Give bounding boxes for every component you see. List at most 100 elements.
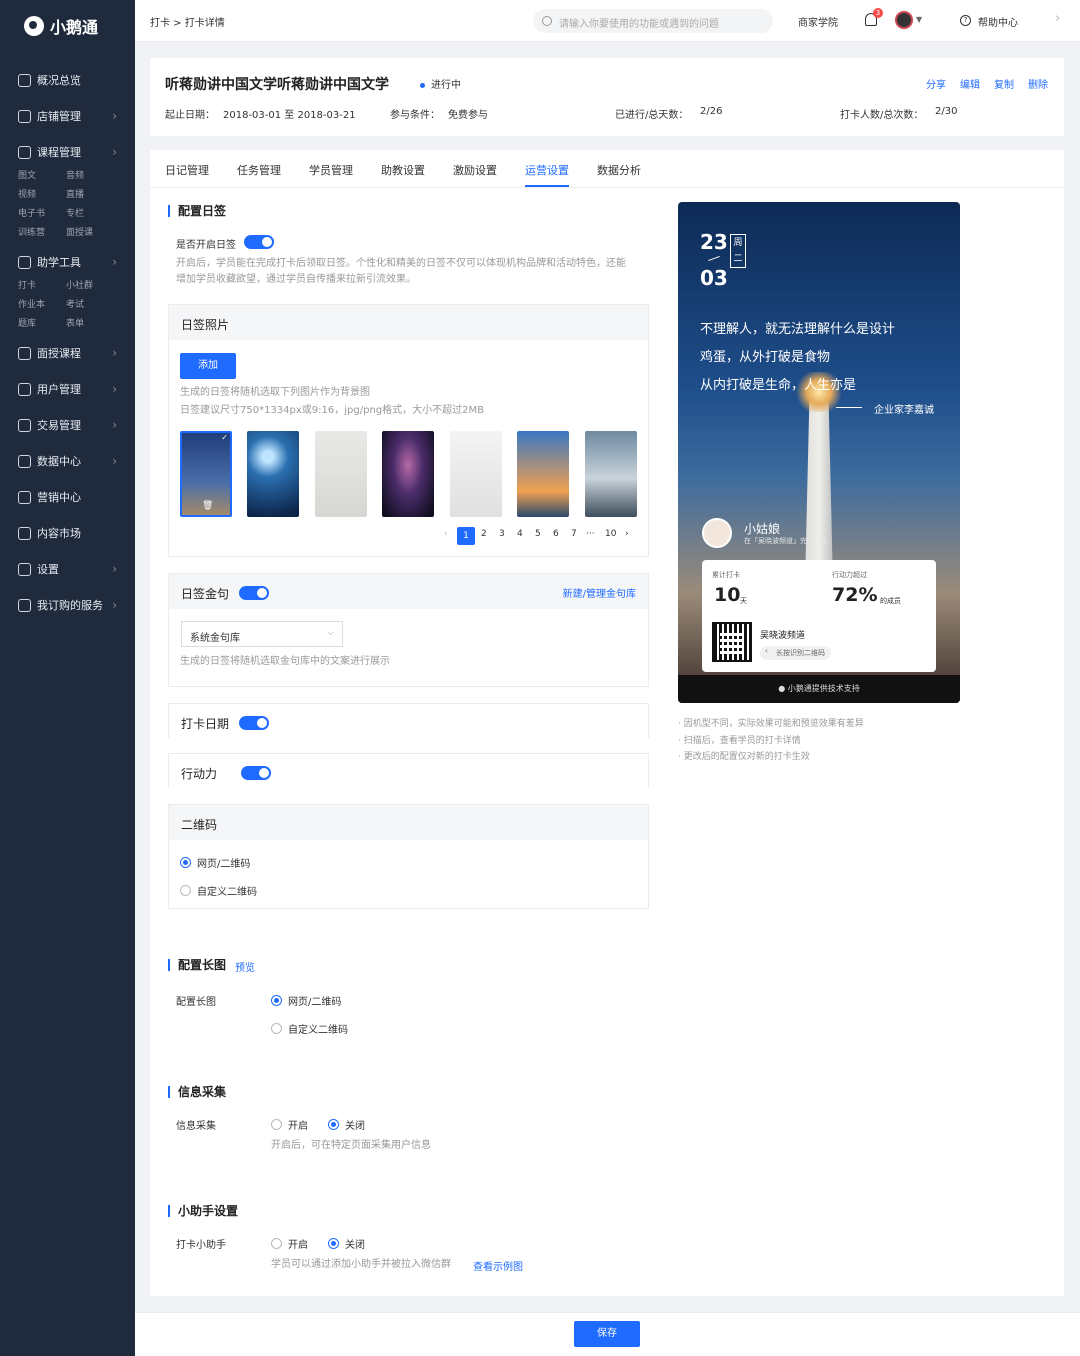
photo-thumbnail[interactable]: ✓ 🗑 [180,431,232,517]
quote-line: 从内打破是生命，人生亦是 [700,378,857,393]
page-ellipsis[interactable]: ··· [586,529,595,539]
info-collect-option-off[interactable]: 关闭 [328,1117,365,1132]
check-icon: ✓ [221,433,228,442]
copy-button[interactable]: 复制 [994,76,1014,91]
sidebar-item-settings[interactable]: 设置 › [0,551,135,587]
page-button-active[interactable]: 1 [457,527,475,545]
photo-thumbnail[interactable] [315,431,367,517]
app-logo[interactable]: 小鹅通 [0,0,135,52]
delete-button[interactable]: 删除 [1028,76,1048,91]
quote-toggle[interactable] [238,586,269,600]
page-button[interactable]: 4 [517,529,523,539]
sidebar-item-marketing[interactable]: 营销中心 [0,479,135,515]
page-button[interactable]: 10 [605,529,616,539]
prev-page-icon[interactable]: ‹ [444,529,448,539]
photo-thumbnail[interactable] [247,431,299,517]
long-image-option-web[interactable]: 网页/二维码 [271,993,341,1008]
submenu-item[interactable]: 训练营 [18,225,66,238]
date-toggle[interactable] [238,716,269,730]
sidebar-item-services[interactable]: 我订购的服务 › [0,587,135,623]
page-button[interactable]: 2 [481,529,487,539]
search-input[interactable]: 请输入你要使用的功能或遇到的问题 [533,9,773,33]
info-collect-option-on[interactable]: 开启 [271,1117,308,1132]
submenu-item[interactable]: 直播 [66,187,114,200]
manage-quotes-link[interactable]: 新建/管理金句库 [563,585,636,600]
tools-submenu: 打卡 小社群 作业本 考试 题库 表单 [0,278,135,329]
long-image-option-custom[interactable]: 自定义二维码 [271,1021,348,1036]
tab-incentives[interactable]: 激励设置 [453,162,497,178]
action-toggle[interactable] [240,766,271,780]
tab-analytics[interactable]: 数据分析 [597,162,641,178]
avatar[interactable] [895,11,913,29]
page-button[interactable]: 3 [499,529,505,539]
chevron-right-icon[interactable]: › [1055,11,1060,26]
footer-bar: 保存 [135,1312,1080,1356]
assistant-option-on[interactable]: 开启 [271,1236,308,1251]
submenu-item[interactable]: 面授课 [66,225,114,238]
photo-thumbnail[interactable] [585,431,637,517]
tab-operations[interactable]: 运营设置 [525,162,569,187]
qr-option-custom[interactable]: 自定义二维码 [180,883,257,898]
edit-button[interactable]: 编辑 [960,76,980,91]
submenu-item[interactable]: 表单 [66,316,114,329]
sidebar-item-content-market[interactable]: 内容市场 [0,515,135,551]
sidebar-item-users[interactable]: 用户管理 › [0,371,135,407]
page-button[interactable]: 6 [553,529,559,539]
author-divider [836,407,862,408]
store-icon [18,109,31,123]
sidebar-item-data[interactable]: 数据中心 › [0,443,135,479]
page-button[interactable]: 5 [535,529,541,539]
header-actions: 分享 编辑 复制 删除 [926,76,1048,91]
notification-badge: 3 [873,8,883,18]
caret-down-icon[interactable]: ▼ [916,15,922,24]
add-photo-button[interactable]: 添加 [180,353,236,379]
submenu-item[interactable]: 题库 [18,316,66,329]
sidebar-item-trade[interactable]: 交易管理 › [0,407,135,443]
enable-daily-sign-toggle[interactable] [244,235,274,249]
save-button[interactable]: 保存 [574,1321,640,1347]
submenu-item[interactable]: 考试 [66,297,114,310]
next-page-icon[interactable]: › [625,529,629,539]
submenu-item[interactable]: 电子书 [18,206,66,219]
tab-students[interactable]: 学员管理 [309,162,353,178]
page-button[interactable]: 7 [571,529,577,539]
chevron-right-icon: › [112,454,117,468]
sidebar-item-offline-courses[interactable]: 面授课程 › [0,335,135,371]
sidebar-item-store[interactable]: 店铺管理 › [0,98,135,134]
stat2-value: 72% [832,584,878,606]
submenu-item[interactable]: 作业本 [18,297,66,310]
submenu-item[interactable]: 专栏 [66,206,114,219]
trash-icon[interactable]: 🗑 [202,501,213,511]
tab-tasks[interactable]: 任务管理 [237,162,281,178]
sidebar-item-tools[interactable]: 助学工具 › [0,244,135,280]
photo-thumbnail[interactable] [517,431,569,517]
photo-panel-title: 日签照片 [169,305,648,340]
radio-selected-icon [180,857,191,868]
assistant-option-off[interactable]: 关闭 [328,1236,365,1251]
preview-link[interactable]: 预览 [235,959,255,974]
sidebar-item-courses[interactable]: 课程管理 › [0,134,135,170]
radio-selected-icon [328,1119,339,1130]
merchant-academy-link[interactable]: 商家学院 [798,14,838,29]
quote-panel-title: 日签金句 [181,587,230,601]
action-panel-title: 行动力 [181,767,218,781]
tab-diary[interactable]: 日记管理 [165,162,209,178]
example-image-link[interactable]: 查看示例图 [473,1258,523,1273]
help-center-link[interactable]: 帮助中心 [978,14,1018,29]
breadcrumb[interactable]: 打卡 > 打卡详情 [150,14,225,29]
page-title: 听蒋勋讲中国文学听蒋勋讲中国文学 [165,77,389,93]
share-button[interactable]: 分享 [926,76,946,91]
market-icon [18,526,31,540]
sidebar-item-overview[interactable]: 概况总览 [0,62,135,98]
quote-library-select[interactable]: 系统金句库 ⌵ [181,621,343,647]
condition-value: 免费参与 [448,110,488,121]
photo-thumbnail[interactable] [382,431,434,517]
photo-thumbnail[interactable] [450,431,502,517]
chevron-right-icon: › [112,145,117,159]
photo-desc-2: 日签建议尺寸750*1334px或9:16，jpg/png格式，大小不超过2MB [180,405,484,416]
date-divider [708,255,720,262]
info-collect-desc: 开启后，可在特定页面采集用户信息 [271,1140,431,1151]
qr-option-web[interactable]: 网页/二维码 [180,855,250,870]
tab-assistants[interactable]: 助教设置 [381,162,425,178]
submenu-item[interactable]: 视频 [18,187,66,200]
